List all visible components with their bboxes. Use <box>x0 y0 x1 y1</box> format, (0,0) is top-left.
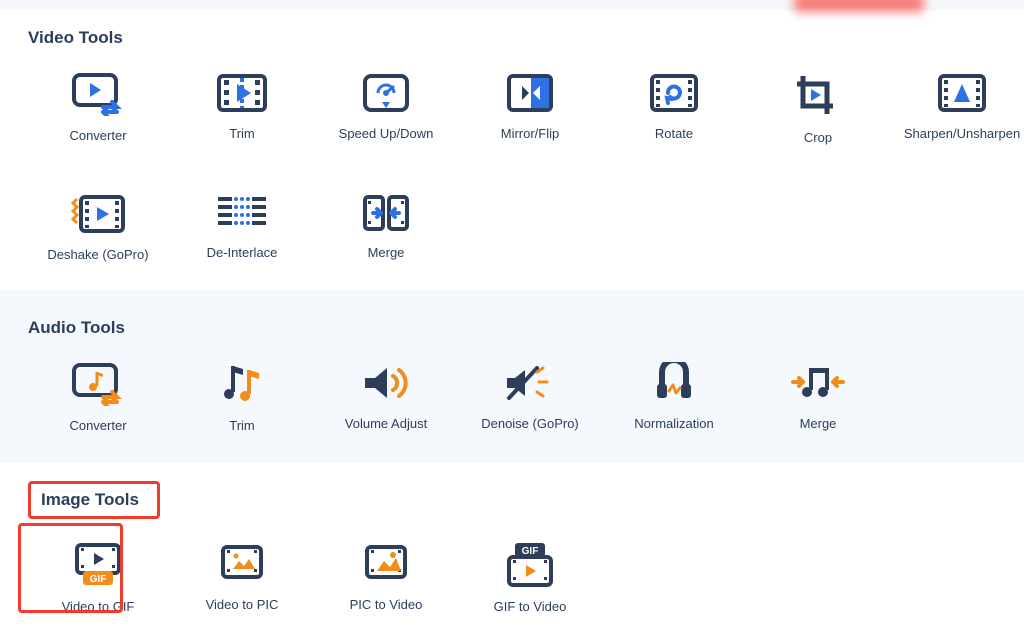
tool-label: PIC to Video <box>350 597 423 612</box>
tool-label: Merge <box>800 416 837 431</box>
tool-label: Converter <box>69 418 126 433</box>
audio-converter-icon <box>71 362 125 406</box>
tool-label: Crop <box>804 130 832 145</box>
tool-video-speed[interactable]: Speed Up/Down <box>316 72 456 145</box>
video-tools-grid: Converter Trim <box>28 72 996 262</box>
video-tools-section: Video Tools Converter <box>0 10 1024 290</box>
tool-label: Deshake (GoPro) <box>47 247 148 262</box>
tool-label: Volume Adjust <box>345 416 427 431</box>
image-tools-title-highlight: Image Tools <box>28 481 160 519</box>
tool-image-video-to-gif[interactable]: GIF Video to GIF <box>28 543 168 614</box>
tool-label: Denoise (GoPro) <box>481 416 579 431</box>
tool-label: Sharpen/Unsharpen <box>904 126 1020 141</box>
tool-label: Trim <box>229 418 255 433</box>
tool-label: Trim <box>229 126 255 141</box>
tool-label: Converter <box>69 128 126 143</box>
tool-video-rotate[interactable]: Rotate <box>604 72 744 145</box>
tool-label: De-Interlace <box>207 245 278 260</box>
tool-video-mirror[interactable]: Mirror/Flip <box>460 72 600 145</box>
tool-label: Video to GIF <box>62 599 135 614</box>
audio-volume-icon <box>361 362 411 404</box>
video-tools-title: Video Tools <box>28 28 996 48</box>
video-speed-icon <box>361 72 411 114</box>
tool-audio-denoise[interactable]: Denoise (GoPro) <box>460 362 600 433</box>
audio-tools-section: Audio Tools Converter <box>0 290 1024 463</box>
audio-trim-icon <box>219 362 265 406</box>
tool-video-sharpen[interactable]: Sharpen/Unsharpen <box>892 72 1024 145</box>
audio-merge-icon <box>789 362 847 404</box>
tool-video-merge[interactable]: Merge <box>316 193 456 262</box>
image-tools-title: Image Tools <box>28 481 996 519</box>
image-video-to-pic-icon <box>217 543 267 585</box>
tool-video-crop[interactable]: Crop <box>748 72 888 145</box>
image-tools-section: Image Tools GIF Video to GIF <box>0 463 1024 642</box>
tool-image-pic-to-video[interactable]: PIC to Video <box>316 543 456 614</box>
audio-tools-grid: Converter Trim <box>28 362 996 433</box>
audio-normalization-icon <box>649 362 699 404</box>
tool-label: Video to PIC <box>206 597 279 612</box>
upgrade-badge[interactable] <box>794 0 924 12</box>
image-video-to-gif-icon: GIF <box>73 543 123 587</box>
image-pic-to-video-icon <box>361 543 411 585</box>
tool-label: Speed Up/Down <box>339 126 434 141</box>
tool-video-deshake[interactable]: Deshake (GoPro) <box>28 193 168 262</box>
video-crop-icon <box>793 72 843 118</box>
video-deshake-icon <box>69 193 127 235</box>
video-deinterlace-icon <box>214 193 270 233</box>
tool-video-trim[interactable]: Trim <box>172 72 312 145</box>
tool-label: GIF to Video <box>494 599 567 614</box>
tool-video-converter[interactable]: Converter <box>28 72 168 145</box>
video-trim-icon <box>217 72 267 114</box>
tool-image-video-to-pic[interactable]: Video to PIC <box>172 543 312 614</box>
video-converter-icon <box>71 72 125 116</box>
tool-label: Normalization <box>634 416 713 431</box>
audio-tools-title: Audio Tools <box>28 318 996 338</box>
tool-label: Rotate <box>655 126 693 141</box>
image-tools-grid: GIF Video to GIF Video to PIC <box>28 543 996 614</box>
image-gif-to-video-icon: GIF <box>505 543 555 587</box>
app-header <box>0 0 1024 10</box>
tool-audio-converter[interactable]: Converter <box>28 362 168 433</box>
video-mirror-icon <box>505 72 555 114</box>
audio-denoise-icon <box>503 362 557 404</box>
tool-video-deinterlace[interactable]: De-Interlace <box>172 193 312 262</box>
video-rotate-icon <box>646 72 702 114</box>
tool-audio-volume[interactable]: Volume Adjust <box>316 362 456 433</box>
svg-text:GIF: GIF <box>90 574 107 585</box>
tool-audio-normalization[interactable]: Normalization <box>604 362 744 433</box>
tool-label: Mirror/Flip <box>501 126 560 141</box>
video-merge-icon <box>357 193 415 233</box>
tool-label: Merge <box>368 245 405 260</box>
tool-audio-trim[interactable]: Trim <box>172 362 312 433</box>
video-sharpen-icon <box>934 72 990 114</box>
tool-audio-merge[interactable]: Merge <box>748 362 888 433</box>
tool-image-gif-to-video[interactable]: GIF GIF to Video <box>460 543 600 614</box>
